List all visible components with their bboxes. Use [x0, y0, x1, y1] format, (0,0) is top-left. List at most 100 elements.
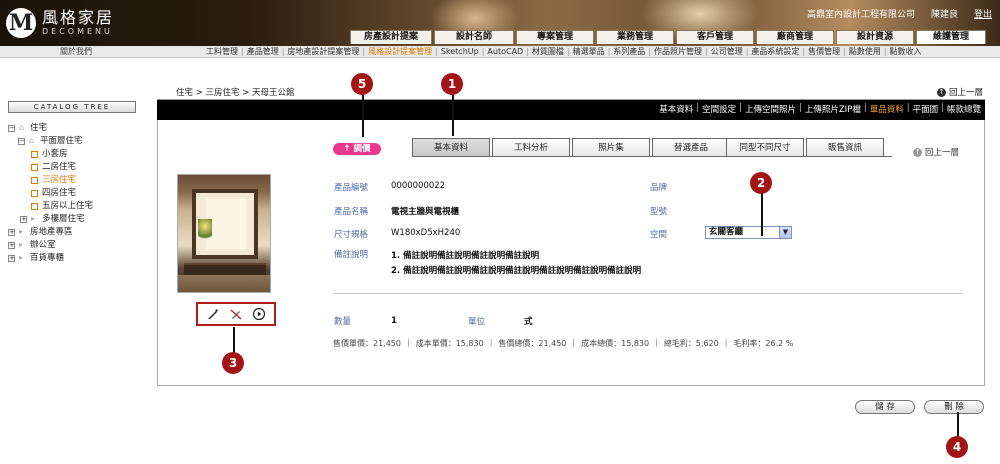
main-tab-designers[interactable]: 設計名師: [434, 30, 514, 44]
submenu-item[interactable]: 作品照片管理: [654, 46, 702, 58]
main-tab-projects[interactable]: 專案管理: [516, 30, 594, 44]
main-tab-maintenance[interactable]: 維護管理: [916, 30, 986, 44]
submenu-item[interactable]: 點數收入: [890, 46, 922, 58]
submenu-item[interactable]: 公司管理: [711, 46, 743, 58]
marker-4: 4: [946, 436, 968, 458]
collapse-icon[interactable]: −: [8, 125, 15, 132]
main-tab-customers[interactable]: 客戶管理: [676, 30, 754, 44]
tree-item-label: 多樓層住宅: [42, 214, 85, 224]
breadcrumb[interactable]: 住宅 > 三房住宅 > 天母王公館: [176, 86, 295, 98]
tree-item-label: 住宅: [30, 123, 48, 133]
tree-item-real-estate[interactable]: + ▸ 房地產專區: [6, 226, 146, 239]
unit-value: 式: [524, 317, 533, 327]
tab-basic-info[interactable]: 基本資料: [412, 138, 490, 156]
submenu-item[interactable]: 工料管理: [206, 46, 238, 58]
marker-2-pointer: [761, 192, 763, 236]
expand-icon[interactable]: +: [8, 229, 15, 236]
collapse-icon[interactable]: −: [18, 138, 25, 145]
tree-item-studio[interactable]: 小套房: [6, 148, 146, 161]
save-button[interactable]: 儲 存: [855, 400, 915, 414]
logo[interactable]: M 風格家居 DECOMENU: [6, 6, 114, 40]
tabs-divider: [412, 156, 892, 157]
tree-item-label: 辦公室: [30, 240, 56, 250]
main-tab-design-resources[interactable]: 設計資源: [836, 30, 914, 44]
expand-icon[interactable]: +: [20, 216, 27, 223]
model-label: 型號: [650, 207, 668, 217]
tree-item-office[interactable]: + ▸ 辦公室: [6, 239, 146, 252]
catalog-tree-title: CATALOG TREE: [8, 101, 136, 113]
tab-other-sizes[interactable]: 同型不同尺寸: [726, 138, 804, 156]
folder-icon: [31, 177, 38, 184]
no-edit-icon[interactable]: [229, 307, 243, 321]
action-link-upload-zip[interactable]: 上傳照片ZIP檔: [805, 103, 861, 115]
tree-item-label: 三房住宅: [42, 175, 77, 185]
tab-alternative-products[interactable]: 替選產品: [652, 138, 730, 156]
tree-item-five-plus-room[interactable]: 五房以上住宅: [6, 200, 146, 213]
tree-item-department-store[interactable]: + ▸ 百貨專櫃: [6, 252, 146, 265]
tab-photo-gallery[interactable]: 照片集: [572, 138, 650, 156]
expand-icon[interactable]: +: [8, 255, 15, 262]
sale-total-price: 售價總價：21,450: [498, 339, 567, 348]
home-icon: ⌂: [19, 123, 25, 132]
tree-item-two-room[interactable]: 二房住宅: [6, 161, 146, 174]
submenu-item[interactable]: 產品管理: [247, 46, 279, 58]
product-name-label: 產品名稱: [334, 207, 369, 217]
delete-button[interactable]: 刪 除: [924, 400, 984, 414]
photo-tools: [196, 302, 276, 326]
tree-item-four-room[interactable]: 四房住宅: [6, 187, 146, 200]
folder-icon: [31, 190, 38, 197]
submenu-item[interactable]: 房地產設計提案管理: [287, 46, 359, 58]
margin-rate: 毛利率：26.2 %: [733, 339, 794, 348]
tree-item-three-room[interactable]: 三房住宅: [6, 174, 146, 187]
back-up-link[interactable]: ↑ 回上一層: [937, 86, 983, 98]
action-link-account-overview[interactable]: 帳款總覽: [947, 103, 981, 115]
submenu-item[interactable]: 精選單品: [573, 46, 605, 58]
main-tab-property-design[interactable]: 房產設計提案: [350, 30, 432, 44]
submenu-item[interactable]: 材質圖檔: [532, 46, 564, 58]
action-link-basic-info[interactable]: 基本資料: [659, 103, 693, 115]
logout-link[interactable]: 登出: [974, 7, 992, 20]
marker-5-pointer: [362, 93, 364, 137]
tree-item-multi-floor[interactable]: + ▸ 多樓層住宅: [6, 213, 146, 226]
arrow-icon: ▸: [19, 227, 24, 236]
action-bar: 基本資料 | 空間設定 | 上傳空間照片 | 上傳照片ZIP檔 | 單品資料 | 平面圖 |…: [157, 100, 985, 120]
product-code-label: 產品編號: [334, 183, 369, 193]
action-link-floor-plan[interactable]: 平面圖: [913, 103, 939, 115]
home-icon: ⌂: [29, 136, 35, 145]
submenu-bar: 關於我們 工料管理 | 產品管理 | 房地產設計提案管理 | 風格設計提案管理 | Sk…: [0, 46, 1000, 58]
submenu-item[interactable]: SketchUp: [441, 46, 479, 58]
space-select[interactable]: 玄關客廳 ▼: [705, 226, 792, 239]
marker-4-pointer: [957, 412, 959, 438]
submenu-item[interactable]: 點數使用: [849, 46, 881, 58]
arrow-icon: ▸: [19, 253, 24, 262]
cost-unit-price: 成本單價：15,830: [415, 339, 484, 348]
marker-5: 5: [351, 73, 373, 95]
tree-item-label: 房地產專區: [30, 227, 73, 237]
tab-sales-info[interactable]: 販售資訊: [806, 138, 884, 156]
tree-item-flat-residence[interactable]: − ⌂ 平面層住宅: [6, 135, 146, 148]
arrow-up-icon: ↑: [937, 87, 946, 97]
back-up-link-tab[interactable]: ↑ 回上一層: [913, 146, 959, 158]
submenu-item[interactable]: AutoCAD: [487, 46, 523, 58]
main-tab-business[interactable]: 業務管理: [596, 30, 674, 44]
main-tab-vendors[interactable]: 廠商管理: [756, 30, 834, 44]
pen-icon[interactable]: [206, 307, 220, 321]
action-link-upload-space-photos[interactable]: 上傳空間照片: [745, 103, 796, 115]
adjust-price-button[interactable]: ↑ 調價: [333, 143, 381, 155]
chevron-down-icon[interactable]: ▼: [779, 227, 791, 238]
product-name-value: 電視主牆與電視櫃: [391, 207, 460, 217]
action-link-space-settings[interactable]: 空間設定: [702, 103, 736, 115]
submenu-item[interactable]: 系列產品: [613, 46, 645, 58]
quantity-value: 1: [391, 316, 397, 326]
play-circle-icon[interactable]: [252, 307, 266, 321]
expand-icon[interactable]: +: [8, 242, 15, 249]
back-up-label: 回上一層: [925, 148, 960, 158]
about-link[interactable]: 關於我們: [60, 46, 92, 58]
submenu-item[interactable]: 售價管理: [808, 46, 840, 58]
tab-material-analysis[interactable]: 工料分析: [492, 138, 570, 156]
submenu-item-active[interactable]: 風格設計提案管理: [368, 46, 432, 58]
submenu-item[interactable]: 產品系統設定: [751, 46, 799, 58]
action-link-item-data[interactable]: 單品資料: [870, 103, 904, 115]
tree-item-residence[interactable]: − ⌂ 住宅: [6, 122, 146, 135]
product-photo: [177, 174, 271, 293]
